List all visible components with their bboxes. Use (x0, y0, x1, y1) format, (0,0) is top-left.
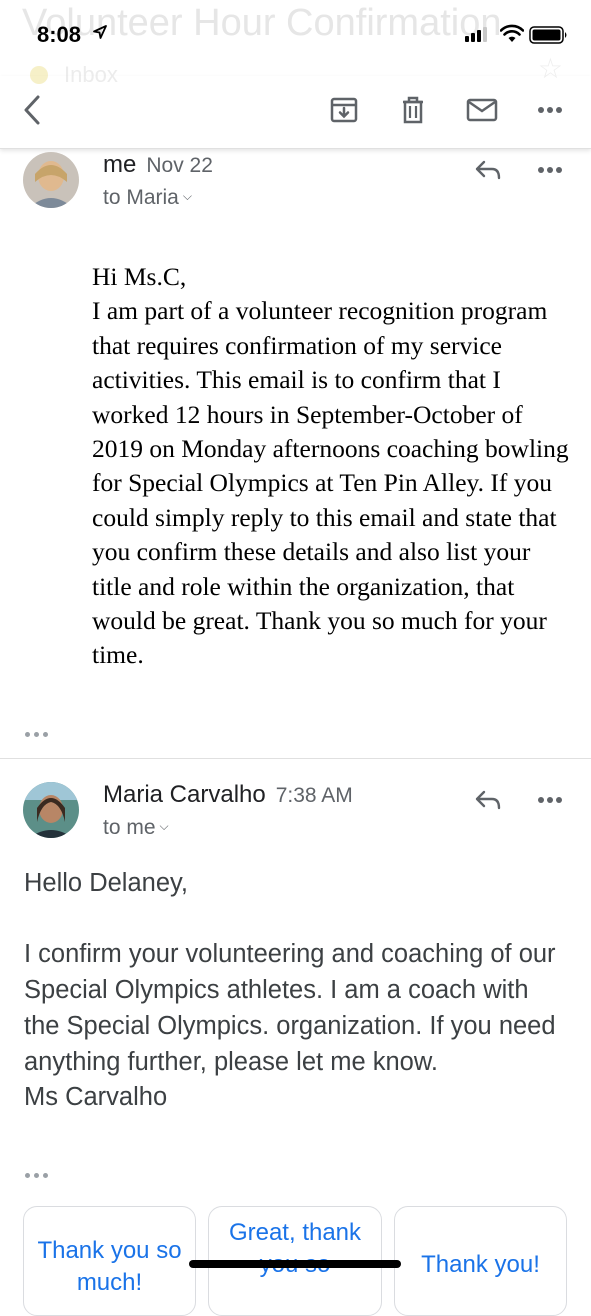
show-trimmed-content-icon[interactable] (25, 1168, 55, 1182)
message-date: Nov 22 (146, 154, 213, 177)
archive-icon[interactable] (324, 90, 364, 130)
message-more-icon[interactable] (530, 152, 570, 188)
recipients-toggle[interactable]: to Maria ⌵ (103, 186, 192, 210)
avatar-me[interactable] (23, 152, 79, 208)
sender-name: me (103, 151, 137, 178)
status-time: 8:08 (37, 22, 82, 47)
chevron-down-icon: ⌵ (159, 819, 169, 833)
battery-icon (529, 26, 567, 44)
cellular-signal-icon (465, 27, 487, 42)
chevron-down-icon: ⌵ (182, 189, 192, 203)
message-date: 7:38 AM (275, 784, 353, 807)
message-body: Hi Ms.C, I am part of a volunteer recogn… (92, 262, 569, 670)
back-arrow-icon[interactable] (12, 90, 52, 130)
mail-icon[interactable] (462, 90, 502, 130)
top-toolbar (0, 76, 591, 149)
status-bar: 8:08 (0, 0, 591, 64)
message-more-icon[interactable] (530, 782, 570, 818)
sender-name: Maria Carvalho (103, 781, 266, 808)
avatar-maria[interactable] (23, 782, 79, 838)
reply-icon[interactable] (468, 782, 508, 818)
smart-reply-button[interactable]: Thank you! (394, 1206, 567, 1316)
message-header: Maria Carvalho 7:38 AM (103, 781, 353, 809)
message-divider (0, 758, 591, 759)
trash-icon[interactable] (393, 90, 433, 130)
recipients-text: to me (103, 816, 156, 839)
recipients-text: to Maria (103, 186, 179, 209)
home-indicator[interactable] (189, 1260, 401, 1268)
more-horizontal-icon[interactable] (530, 90, 570, 130)
recipients-toggle[interactable]: to me ⌵ (103, 816, 169, 840)
location-arrow-icon (93, 25, 107, 39)
message-header: me Nov 22 (103, 151, 213, 179)
smart-reply-button[interactable]: Thank you so much! (23, 1206, 196, 1316)
message-body: Hello Delaney, I confirm your volunteeri… (24, 869, 556, 1112)
reply-icon[interactable] (468, 152, 508, 188)
show-trimmed-content-icon[interactable] (25, 727, 55, 741)
wifi-icon (500, 24, 524, 42)
